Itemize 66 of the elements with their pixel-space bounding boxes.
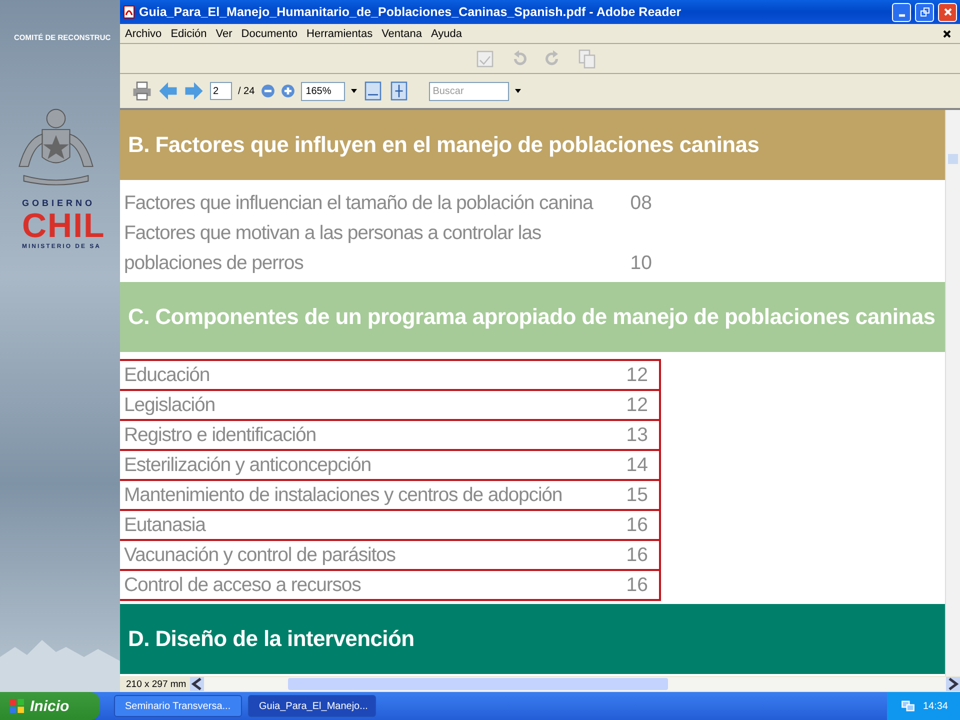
page-number: 08 [630,191,652,216]
logo-wordmark: CHIL [22,208,106,244]
scroll-left-icon[interactable] [190,677,204,691]
clock: 14:34 [922,700,948,712]
start-button[interactable]: Inicio [0,692,100,720]
close-icon [942,7,952,17]
menu-item[interactable]: Documento [241,28,298,40]
page-number: 16 [626,513,648,538]
fit-page-icon[interactable] [388,81,409,101]
contents-entry: Factores que motivan a las personas a controlar las poblaciones de perros [124,221,542,276]
page-count: / 24 [238,86,255,96]
contents-entry: Factores que influencian el tamaño de la población canina [124,191,593,216]
scroll-right-icon[interactable] [946,677,960,691]
contents-entry: Esterilización y anticoncepción [124,453,371,478]
taskbar-item[interactable]: Seminario Transversa... [114,695,242,717]
menu-item[interactable]: Ayuda [430,28,462,40]
horizontal-scrollbar[interactable] [190,677,960,691]
contents-entry: Vacunación y control de parásitos [124,543,396,568]
page-number-field[interactable]: 2 [210,82,232,100]
section-title: C. Componentes de un programa apropiado de manejo de poblaciones caninas [128,304,936,330]
page-number: 16 [626,573,648,598]
previous-page-icon[interactable] [158,81,178,101]
page-number: 12 [626,393,648,418]
contents-entry: Legislación [124,393,215,418]
page-number: 15 [626,483,648,508]
page-number: 14 [626,453,648,478]
vertical-scrollbar[interactable] [945,110,960,676]
caret-icon[interactable] [514,89,521,93]
close-button[interactable] [938,2,957,22]
contents-entry: Control de acceso a recursos [124,573,361,598]
logo-caption: GOBIERNO [22,198,96,208]
search-field[interactable]: Buscar [428,82,509,100]
fit-width-icon[interactable] [362,81,383,101]
menu-item[interactable]: Herramientas [306,28,373,40]
caret-icon[interactable] [350,89,357,93]
menu-item[interactable]: Edición [170,28,207,40]
section-title: B. Factores que influyen en el manejo de poblaciones caninas [128,132,760,158]
network-icon[interactable] [900,699,915,713]
minimize-icon [898,14,904,16]
page-number: 16 [626,543,648,568]
contents-entry: Registro e identificación [124,423,316,448]
contents-entry: Eutanasia [124,513,206,538]
restore-button[interactable] [915,2,934,22]
spellcheck-icon[interactable] [475,48,495,68]
print-icon[interactable] [132,81,152,101]
page-size-label: 210 x 297 mm [125,678,188,690]
next-page-icon[interactable] [184,81,204,101]
page-number: 10 [630,251,652,276]
zoom-dropdown[interactable]: 165% [300,82,345,100]
zoom-in-icon[interactable] [280,84,295,98]
close-icon[interactable] [943,30,951,38]
contents-entry: Educación [124,363,210,388]
pdf-icon [123,5,135,19]
taskbar-item[interactable]: Guia_Para_El_Manejo... [248,695,376,717]
minimize-button[interactable] [892,2,911,22]
page-number: 12 [626,363,648,388]
contents-entry: Mantenimiento de instalaciones y centros de adopción [124,483,562,508]
windows-logo-icon [10,699,24,713]
menu-item[interactable]: Archivo [125,28,162,40]
section-title: D. Diseño de la intervención [128,626,414,652]
zoom-out-icon[interactable] [260,84,275,98]
window-title: Guia_Para_El_Manejo_Humanitario_de_Poblaciones_Caninas_Spanish.pdf - Adobe Reader [139,5,682,19]
menu-item[interactable]: Ver [216,28,232,40]
menu-item[interactable]: Ventana [382,28,422,40]
page-number: 13 [626,423,648,448]
restore-icon [920,7,930,17]
